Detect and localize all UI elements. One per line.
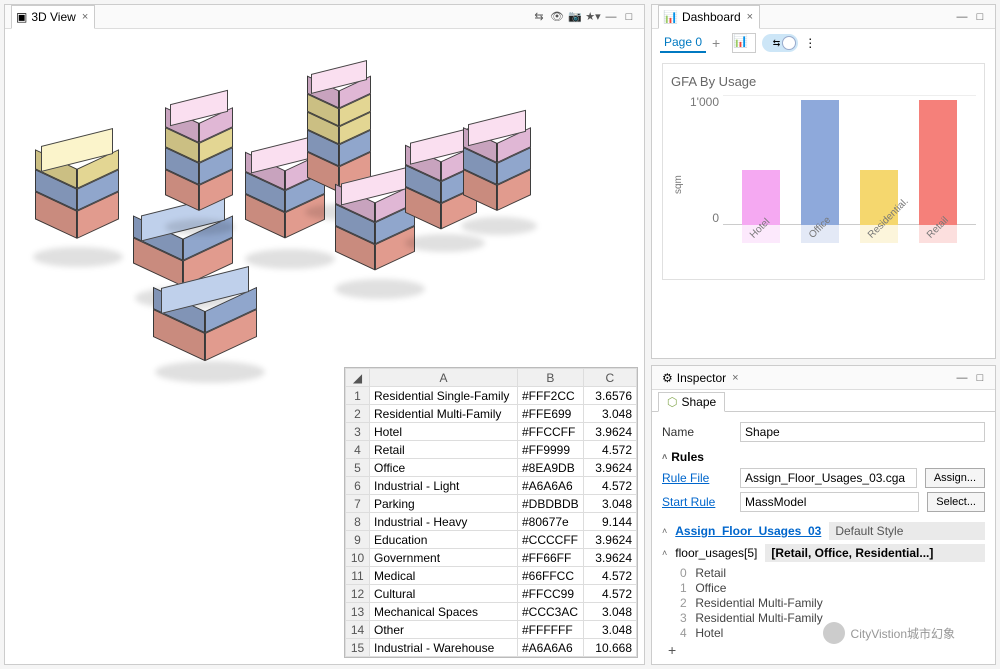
add-item-icon[interactable]: + bbox=[668, 642, 985, 658]
inspector-body: Name ˄ Rules Rule File Assign... Start R… bbox=[652, 412, 995, 664]
toggle-knob bbox=[782, 36, 796, 50]
inspector-tab[interactable]: ⚙ Inspector × bbox=[658, 366, 745, 390]
chart-ylabel: sqm bbox=[671, 95, 686, 275]
floor-usages-summary[interactable]: [Retail, Office, Residential...] bbox=[765, 544, 985, 562]
eye-icon[interactable]: 👁 bbox=[548, 8, 566, 26]
table-row[interactable]: 1Residential Single-Family#FFF2CC3.6576 bbox=[346, 387, 637, 405]
inspector-header: ⚙ Inspector × — □ bbox=[652, 366, 995, 390]
minimize-icon[interactable]: — bbox=[602, 8, 620, 26]
table-row[interactable]: 15Industrial - Warehouse#A6A6A610.668 bbox=[346, 639, 637, 657]
close-icon[interactable]: × bbox=[730, 372, 740, 384]
table-row[interactable]: 8Industrial - Heavy#80677e9.144 bbox=[346, 513, 637, 531]
corner-cell[interactable]: ◢ bbox=[346, 369, 370, 387]
start-rule-input[interactable] bbox=[740, 492, 919, 512]
star-icon[interactable]: ★▾ bbox=[584, 8, 602, 26]
table-row[interactable]: 10Government#FF66FF3.9624 bbox=[346, 549, 637, 567]
select-button[interactable]: Select... bbox=[927, 492, 985, 512]
inspector-title: Inspector bbox=[677, 371, 726, 385]
rules-section[interactable]: ˄ Rules bbox=[662, 450, 985, 464]
start-rule-label[interactable]: Start Rule bbox=[662, 495, 732, 509]
dashboard-panel: 📊 Dashboard × — □ Page 0 + 📊 ⇆ ⋮ GFA By … bbox=[651, 4, 996, 359]
rule-file-label[interactable]: Rule File bbox=[662, 471, 732, 485]
chart-card[interactable]: GFA By Usage sqm 1'000 0 HotelOfficeResi… bbox=[662, 63, 985, 280]
minimize-icon[interactable]: — bbox=[953, 369, 971, 387]
add-page-icon[interactable]: + bbox=[712, 35, 720, 51]
3d-view-title: 3D View bbox=[31, 10, 75, 24]
add-chart-icon[interactable]: 📊 bbox=[732, 33, 756, 53]
table-row[interactable]: 14Other#FFFFFF3.048 bbox=[346, 621, 637, 639]
assign-button[interactable]: Assign... bbox=[925, 468, 985, 488]
camera-icon[interactable]: 📷 bbox=[566, 8, 584, 26]
close-icon[interactable]: × bbox=[80, 11, 90, 23]
col-header-a[interactable]: A bbox=[370, 369, 518, 387]
list-item[interactable]: 0 Retail bbox=[680, 566, 985, 580]
sliders-icon: ⚙ bbox=[662, 371, 673, 385]
dashboard-subheader: Page 0 + 📊 ⇆ ⋮ bbox=[652, 29, 995, 57]
rule-file-input[interactable] bbox=[740, 468, 917, 488]
list-item[interactable]: 1 Office bbox=[680, 581, 985, 595]
chevron-up-icon: ˄ bbox=[662, 452, 667, 462]
dashboard-page-tab[interactable]: Page 0 bbox=[660, 33, 706, 53]
cube-icon: ▣ bbox=[16, 10, 27, 24]
dashboard-tab[interactable]: 📊 Dashboard × bbox=[658, 5, 760, 29]
name-label: Name bbox=[662, 425, 732, 439]
chevron-up-icon: ˄ bbox=[662, 526, 667, 536]
table-row[interactable]: 6Industrial - Light#A6A6A64.572 bbox=[346, 477, 637, 495]
chart-title: GFA By Usage bbox=[671, 74, 976, 89]
dashboard-header: 📊 Dashboard × — □ bbox=[652, 5, 995, 29]
list-item[interactable]: 2 Residential Multi-Family bbox=[680, 596, 985, 610]
maximize-icon[interactable]: □ bbox=[620, 8, 638, 26]
close-icon[interactable]: × bbox=[745, 11, 755, 23]
3d-view-header: ▣ 3D View × ⇆ 👁 📷 ★▾ — □ bbox=[5, 5, 644, 29]
minimize-icon[interactable]: — bbox=[953, 8, 971, 26]
col-header-c[interactable]: C bbox=[583, 369, 636, 387]
table-row[interactable]: 7Parking#DBDBDB3.048 bbox=[346, 495, 637, 513]
link-toggle[interactable]: ⇆ bbox=[762, 34, 798, 52]
table-row[interactable]: 12Cultural#FFCC994.572 bbox=[346, 585, 637, 603]
rule-link[interactable]: Assign_Floor_Usages_03 bbox=[675, 524, 821, 538]
table-row[interactable]: 2Residential Multi-Family#FFE6993.048 bbox=[346, 405, 637, 423]
3d-view-panel: ▣ 3D View × ⇆ 👁 📷 ★▾ — □ bbox=[4, 4, 645, 665]
share-icon[interactable]: ⇆ bbox=[530, 8, 548, 26]
floor-usages-list: 0 Retail1 Office2 Residential Multi-Fami… bbox=[680, 566, 985, 640]
3d-viewport[interactable]: ◢ A B C 1Residential Single-Family#FFF2C… bbox=[5, 29, 644, 664]
maximize-icon[interactable]: □ bbox=[971, 8, 989, 26]
chart-plot: HotelOfficeResidential.Retail bbox=[723, 95, 976, 275]
table-row[interactable]: 11Medical#66FFCC4.572 bbox=[346, 567, 637, 585]
list-item[interactable]: 3 Residential Multi-Family bbox=[680, 611, 985, 625]
chart-yticks: 1'000 0 bbox=[686, 95, 723, 225]
table-row[interactable]: 13Mechanical Spaces#CCC3AC3.048 bbox=[346, 603, 637, 621]
3d-view-tab[interactable]: ▣ 3D View × bbox=[11, 5, 95, 29]
table-row[interactable]: 9Education#CCCCFF3.9624 bbox=[346, 531, 637, 549]
col-header-b[interactable]: B bbox=[518, 369, 584, 387]
name-input[interactable] bbox=[740, 422, 985, 442]
more-icon[interactable]: ⋮ bbox=[804, 36, 816, 50]
chart-icon: 📊 bbox=[663, 10, 678, 24]
list-item[interactable]: 4 Hotel bbox=[680, 626, 985, 640]
link-icon: ⇆ bbox=[773, 38, 781, 49]
table-row[interactable]: 5Office#8EA9DB3.9624 bbox=[346, 459, 637, 477]
floor-usages-label[interactable]: floor_usages[5] bbox=[675, 546, 757, 560]
dashboard-title: Dashboard bbox=[682, 10, 741, 24]
table-row[interactable]: 4Retail#FF99994.572 bbox=[346, 441, 637, 459]
shape-icon: ⬡ bbox=[667, 395, 677, 409]
spreadsheet-table[interactable]: ◢ A B C 1Residential Single-Family#FFF2C… bbox=[344, 367, 638, 658]
inspector-tabs: ⬡ Shape bbox=[652, 390, 995, 412]
maximize-icon[interactable]: □ bbox=[971, 369, 989, 387]
default-style-label[interactable]: Default Style bbox=[829, 522, 985, 540]
inspector-panel: ⚙ Inspector × — □ ⬡ Shape Name ˄ Rules bbox=[651, 365, 996, 665]
shape-tab[interactable]: ⬡ Shape bbox=[658, 392, 725, 412]
chevron-up-icon: ˄ bbox=[662, 548, 667, 558]
table-row[interactable]: 3Hotel#FFCCFF3.9624 bbox=[346, 423, 637, 441]
